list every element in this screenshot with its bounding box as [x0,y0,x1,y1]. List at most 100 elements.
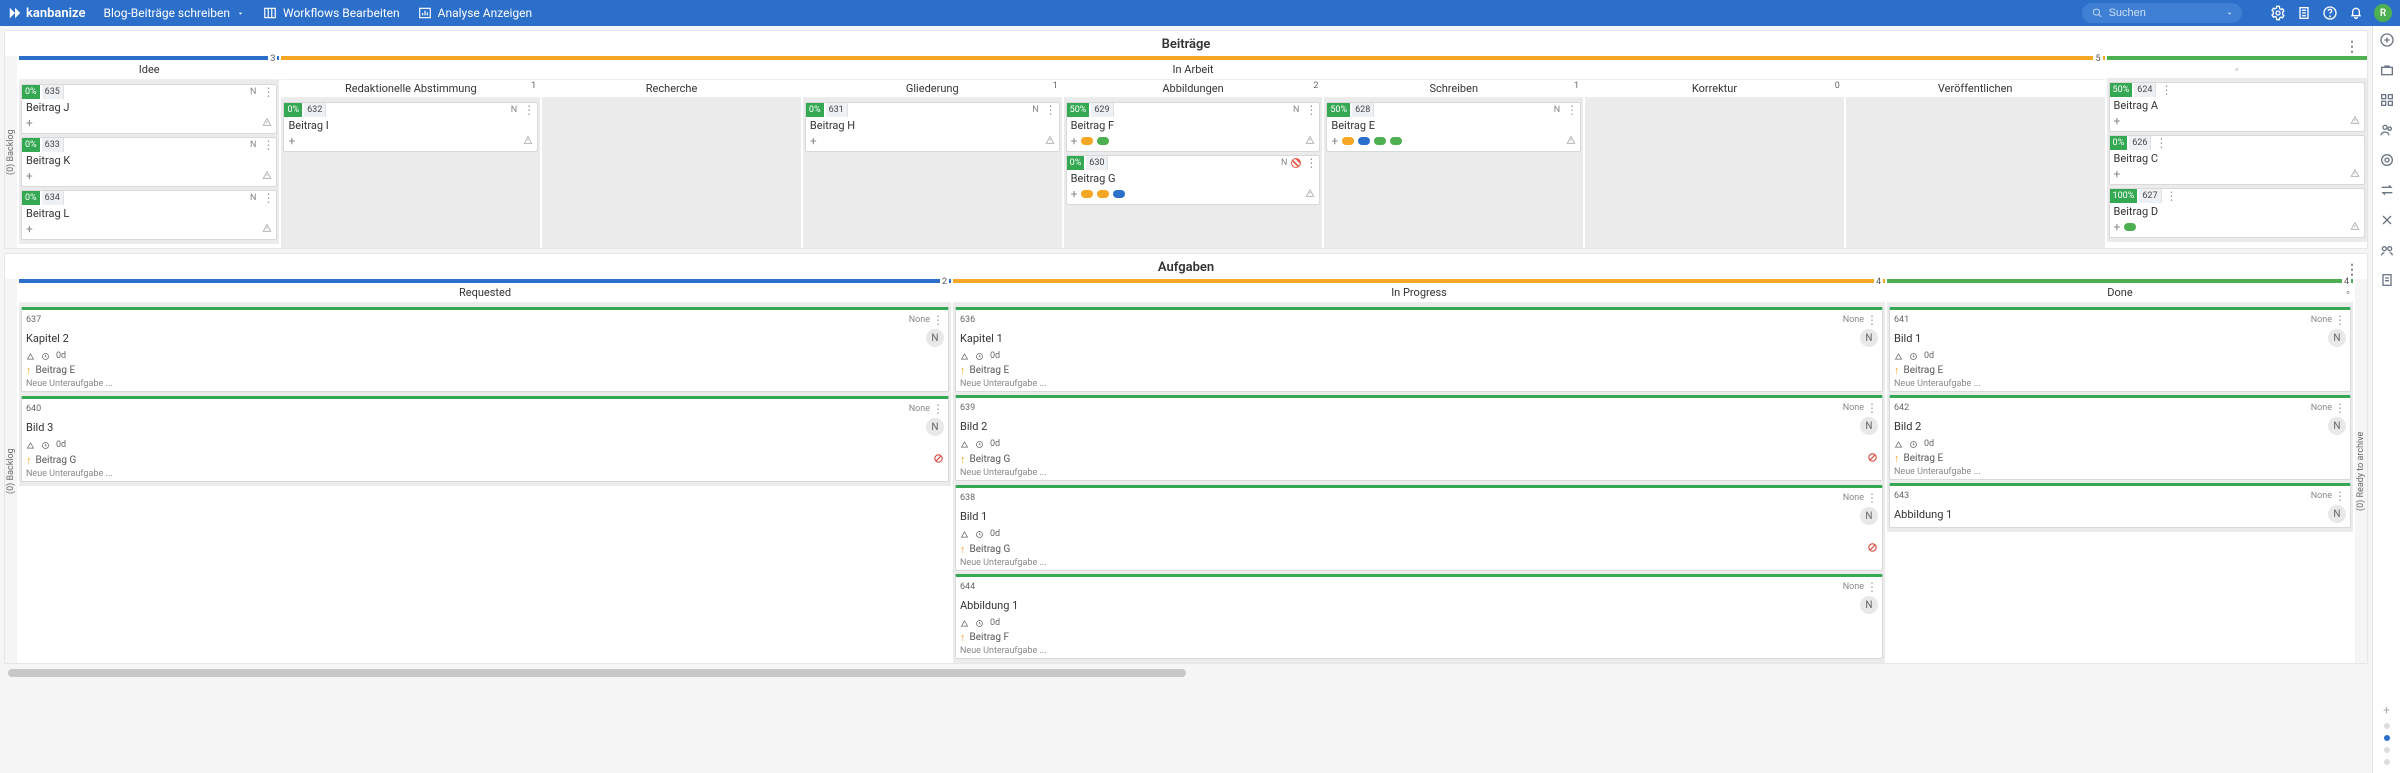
column-body[interactable] [1585,98,1844,248]
assignee-avatar[interactable]: N [1860,329,1878,347]
nav-workflows[interactable]: Workflows Bearbeiten [263,6,400,20]
phase-header[interactable]: In Progress◦ [953,283,1885,303]
column-body[interactable]: 50% 628 N ⋮ Beitrag E + [1324,98,1583,248]
parent-link[interactable]: ↑Beitrag G [960,451,1878,467]
section-menu-icon[interactable]: ⋮ [2345,39,2359,55]
column-header[interactable]: Abbildungen2 [1064,80,1323,98]
task-card-637[interactable]: 637None⋮ Kapitel 2N 0d↑Beitrag ENeue Unt… [21,307,949,392]
assignee-avatar[interactable]: N [926,329,944,347]
phase-header[interactable]: Requested◦ [19,283,951,303]
help-icon[interactable] [2322,5,2338,21]
new-subtask-text[interactable]: Neue Unteraufgabe ... [26,468,944,479]
dot[interactable] [2384,759,2390,765]
task-card-636[interactable]: 636None⋮ Kapitel 1N 0d↑Beitrag ENeue Unt… [955,307,1883,392]
task-card-641[interactable]: 641None⋮ Bild 1N 0d↑Beitrag ENeue Untera… [1889,307,2351,392]
phase-header[interactable]: Idee [19,60,279,80]
card-menu-icon[interactable]: ⋮ [521,103,537,117]
parent-link[interactable]: ↑Beitrag E [960,363,1878,378]
task-card-644[interactable]: 644None⋮ Abbildung 1N 0d↑Beitrag FNeue U… [955,574,1883,659]
card-626[interactable]: 0% 626 ⋮ Beitrag C + [2109,135,2365,185]
card-635[interactable]: 0% 635 N ⋮ Beitrag J + [21,84,277,134]
parent-link[interactable]: ↑Beitrag G [960,541,1878,557]
add-subtask-icon[interactable]: + [2114,220,2121,234]
backlog-label[interactable]: (0) Backlog [5,279,17,663]
card-628[interactable]: 50% 628 N ⋮ Beitrag E + [1326,102,1581,152]
nav-blog[interactable]: Blog-Beiträge schreiben [104,6,245,20]
column-body[interactable] [1846,98,2105,248]
search-input[interactable] [2109,7,2232,19]
card-627[interactable]: 100% 627 ⋮ Beitrag D + [2109,188,2365,238]
column-header[interactable]: Veröffentlichen [1846,80,2105,98]
phase-body[interactable]: 637None⋮ Kapitel 2N 0d↑Beitrag ENeue Unt… [19,303,951,486]
add-subtask-icon[interactable]: + [2114,167,2121,181]
dot[interactable] [2384,723,2390,729]
column-body[interactable]: 50% 629 N ⋮ Beitrag F + 0% 630 N ⋮ Beitr… [1064,98,1323,248]
brand-logo[interactable]: kanbanize [8,6,86,21]
users-icon[interactable] [2379,122,2395,138]
assignee-avatar[interactable]: N [926,418,944,436]
parent-link[interactable]: ↑Beitrag E [1894,451,2346,466]
column-header[interactable]: Korrektur0 [1585,80,1844,98]
card-menu-icon[interactable]: ⋮ [2332,489,2346,503]
document-icon[interactable] [2379,272,2395,288]
column-body[interactable]: 0% 635 N ⋮ Beitrag J + 0% 633 N ⋮ Beitra… [19,80,279,244]
card-menu-icon[interactable]: ⋮ [1864,313,1878,327]
column-body[interactable]: 50% 624 ⋮ Beitrag A + 0% 626 ⋮ Beitrag C… [2107,78,2367,242]
assignee-avatar[interactable]: N [2328,505,2346,523]
card-menu-icon[interactable]: ⋮ [1043,103,1059,117]
backlog-label[interactable]: (0) Backlog [5,56,17,248]
dot[interactable] [2384,747,2390,753]
card-menu-icon[interactable]: ⋮ [1564,103,1580,117]
task-card-639[interactable]: 639None⋮ Bild 2N 0d↑Beitrag GNeue Untera… [955,395,1883,481]
phase-body[interactable]: 636None⋮ Kapitel 1N 0d↑Beitrag ENeue Unt… [953,303,1885,663]
bell-icon[interactable] [2348,5,2364,21]
column-body[interactable]: 0% 632 N ⋮ Beitrag I + [281,98,540,248]
card-menu-icon[interactable]: ⋮ [2164,189,2180,203]
card-menu-icon[interactable]: ⋮ [1303,156,1319,170]
card-menu-icon[interactable]: ⋮ [2158,83,2174,97]
card-menu-icon[interactable]: ⋮ [260,85,276,99]
card-menu-icon[interactable]: ⋮ [930,313,944,327]
add-subtask-icon[interactable]: + [1331,134,1338,148]
new-subtask-text[interactable]: Neue Unteraufgabe ... [960,378,1878,389]
column-body[interactable]: 0% 631 N ⋮ Beitrag H + [803,98,1062,248]
card-629[interactable]: 50% 629 N ⋮ Beitrag F + [1066,102,1321,152]
section-menu-icon[interactable]: ⋮ [2345,262,2359,278]
new-subtask-text[interactable]: Neue Unteraufgabe ... [1894,466,2346,477]
clipboard-icon[interactable] [2296,5,2312,21]
card-menu-icon[interactable]: ⋮ [2332,401,2346,415]
task-card-642[interactable]: 642None⋮ Bild 2N 0d↑Beitrag ENeue Untera… [1889,395,2351,480]
card-634[interactable]: 0% 634 N ⋮ Beitrag L + [21,190,277,240]
new-subtask-text[interactable]: Neue Unteraufgabe ... [1894,378,2346,389]
nav-analytics[interactable]: Analyse Anzeigen [418,6,532,20]
card-menu-icon[interactable]: ⋮ [1864,401,1878,415]
column-header[interactable]: Gliederung1 [803,80,1062,98]
phase-body[interactable]: 641None⋮ Bild 1N 0d↑Beitrag ENeue Untera… [1887,303,2353,532]
task-card-640[interactable]: 640None⋮ Bild 3N 0d↑Beitrag GNeue Untera… [21,396,949,482]
column-body[interactable] [542,98,801,248]
target-icon[interactable] [2379,152,2395,168]
phase-header[interactable]: In Arbeit [281,60,2104,80]
add-subtask-icon[interactable]: + [26,116,33,130]
new-subtask-text[interactable]: Neue Unteraufgabe ... [960,467,1878,478]
column-header[interactable]: Schreiben1 [1324,80,1583,98]
card-menu-icon[interactable]: ⋮ [2332,313,2346,327]
card-menu-icon[interactable]: ⋮ [930,402,944,416]
add-subtask-icon[interactable]: + [810,134,817,148]
column-header[interactable]: Redaktionelle Abstimmung1 [281,80,540,98]
assignee-avatar[interactable]: N [2328,417,2346,435]
card-624[interactable]: 50% 624 ⋮ Beitrag A + [2109,82,2365,132]
card-menu-icon[interactable]: ⋮ [1864,580,1878,594]
tools-icon[interactable] [2379,212,2395,228]
add-subtask-icon[interactable]: + [26,222,33,236]
horizontal-scrollbar[interactable] [4,666,2368,680]
card-631[interactable]: 0% 631 N ⋮ Beitrag H + [805,102,1060,152]
gear-icon[interactable] [2270,5,2286,21]
card-menu-icon[interactable]: ⋮ [260,138,276,152]
assignee-avatar[interactable]: N [1860,596,1878,614]
task-card-643[interactable]: 643None⋮ Abbildung 1N [1889,483,2351,528]
search-box[interactable] [2082,3,2242,23]
parent-link[interactable]: ↑Beitrag F [960,630,1878,645]
assignee-avatar[interactable]: N [1860,507,1878,525]
new-subtask-text[interactable]: Neue Unteraufgabe ... [960,645,1878,656]
